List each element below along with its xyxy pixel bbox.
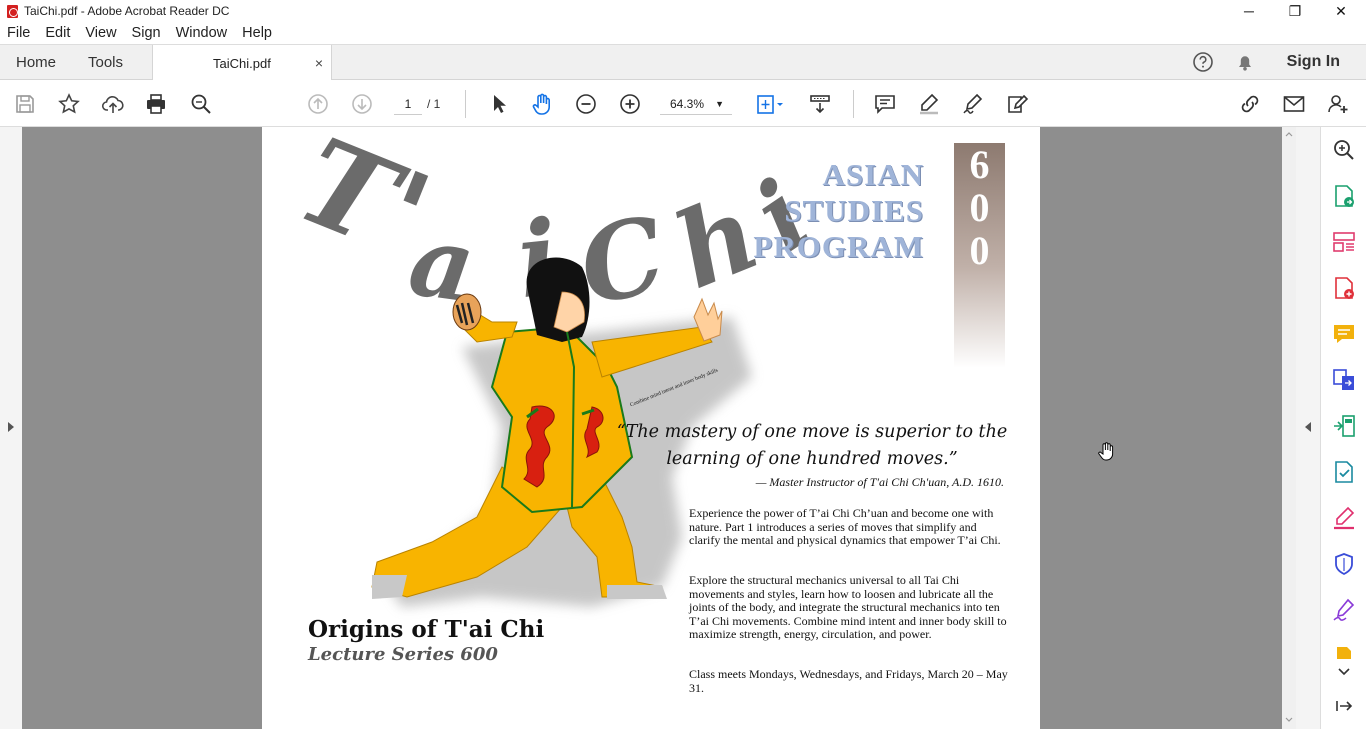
- select-arrow-icon[interactable]: [486, 91, 512, 117]
- body-paragraph-2: Explore the structural mechanics univers…: [689, 573, 1007, 642]
- help-icon[interactable]: [1192, 51, 1214, 73]
- quote-attribution: — Master Instructor of T'ai Chi Ch'uan, …: [755, 475, 1004, 489]
- export-pdf-icon[interactable]: [1331, 183, 1357, 209]
- page-total: / 1: [427, 97, 441, 111]
- tab-tools[interactable]: Tools: [88, 45, 123, 80]
- program-line-3: PROGRAM: [753, 229, 924, 264]
- menu-help[interactable]: Help: [242, 25, 272, 41]
- right-tools-pane: [1320, 127, 1366, 729]
- pdf-page[interactable]: T' a i C h i ASIAN STUDIES PROGRAM 6 0 0…: [262, 127, 1040, 729]
- course-digit: 6: [969, 142, 990, 187]
- fit-page-icon[interactable]: [752, 91, 788, 117]
- save-icon[interactable]: [12, 91, 38, 117]
- tab-document-label: TaiChi.pdf: [213, 55, 271, 71]
- body-paragraph-1: Experience the power of T’ai Chi Ch’uan …: [689, 506, 1001, 548]
- course-digit: 0: [969, 228, 990, 273]
- quote-line-2: learning of one hundred moves.”: [666, 449, 958, 469]
- tab-bar: Home Tools TaiChi.pdf × Sign In: [0, 44, 1366, 81]
- search-icon[interactable]: [188, 91, 214, 117]
- maximize-button[interactable]: ❐: [1272, 0, 1318, 22]
- link-icon[interactable]: [1237, 91, 1263, 117]
- chevron-down-icon[interactable]: [1331, 659, 1357, 676]
- page-number-input[interactable]: 1: [394, 93, 422, 115]
- sign-in-button[interactable]: Sign In: [1287, 53, 1340, 71]
- vertical-scrollbar[interactable]: [1282, 127, 1296, 729]
- create-pdf-icon[interactable]: [1331, 275, 1357, 301]
- combine-files-icon[interactable]: [1331, 367, 1357, 393]
- zoom-out-icon[interactable]: [573, 91, 599, 117]
- print-icon[interactable]: [143, 91, 169, 117]
- toolbar-separator: [853, 90, 854, 118]
- send-for-review-icon[interactable]: [1331, 459, 1357, 485]
- menu-window[interactable]: Window: [176, 25, 228, 41]
- hand-cursor-icon: [1098, 442, 1114, 461]
- notifications-bell-icon[interactable]: [1234, 51, 1256, 73]
- zoom-panel-icon[interactable]: [1331, 137, 1357, 163]
- comment-icon[interactable]: [1331, 321, 1357, 347]
- more-tools-icon[interactable]: [1331, 643, 1357, 659]
- menu-bar: File Edit View Sign Window Help: [0, 22, 1366, 44]
- quote: “The mastery of one move is superior to …: [602, 419, 1022, 473]
- menu-sign[interactable]: Sign: [132, 25, 161, 41]
- tab-home[interactable]: Home: [16, 45, 56, 80]
- sign-icon[interactable]: [960, 91, 986, 117]
- hand-icon[interactable]: [529, 91, 555, 117]
- window-title: TaiChi.pdf - Adobe Acrobat Reader DC: [24, 4, 230, 18]
- program-line-1: ASIAN: [822, 157, 924, 192]
- right-panel-rail[interactable]: [1296, 127, 1320, 729]
- scroll-mode-icon[interactable]: [807, 91, 833, 117]
- expand-left-panel-icon[interactable]: [7, 421, 15, 433]
- course-number-banner: 6 0 0: [954, 143, 1005, 368]
- add-user-icon[interactable]: [1325, 91, 1351, 117]
- comment-icon[interactable]: [872, 91, 898, 117]
- document-subheading: Lecture Series 600: [308, 644, 498, 665]
- zoom-level-dropdown[interactable]: 64.3% ▼: [660, 93, 732, 115]
- zoom-in-icon[interactable]: [617, 91, 643, 117]
- fill-sign-icon[interactable]: [1331, 505, 1357, 531]
- page-up-icon[interactable]: [305, 91, 331, 117]
- body-paragraph-3: Class meets Mondays, Wednesdays, and Fri…: [689, 667, 1008, 695]
- quote-line-1: “The mastery of one move is superior to …: [616, 422, 1008, 442]
- minimize-button[interactable]: ─: [1226, 0, 1272, 22]
- compress-icon[interactable]: [1331, 413, 1357, 439]
- close-tab-icon[interactable]: ×: [315, 55, 323, 71]
- chevron-down-icon: ▼: [715, 99, 724, 109]
- program-line-2: STUDIES: [784, 193, 924, 228]
- scroll-up-arrow-icon[interactable]: [1285, 131, 1293, 137]
- edit-icon[interactable]: [1005, 91, 1031, 117]
- tab-document[interactable]: TaiChi.pdf ×: [152, 45, 332, 81]
- course-digit: 0: [969, 185, 990, 230]
- left-panel-rail[interactable]: [0, 127, 22, 729]
- toolbar: 1 / 1 64.3% ▼: [0, 80, 1366, 127]
- menu-edit[interactable]: Edit: [45, 25, 70, 41]
- collapse-pane-icon[interactable]: [1331, 693, 1357, 719]
- menu-view[interactable]: View: [85, 25, 116, 41]
- close-window-button[interactable]: ✕: [1318, 0, 1364, 22]
- document-heading: Origins of T'ai Chi: [308, 616, 545, 643]
- protect-icon[interactable]: [1331, 551, 1357, 577]
- zoom-value: 64.3%: [670, 97, 705, 111]
- organize-pages-icon[interactable]: [1331, 229, 1357, 255]
- pdf-app-icon: [7, 4, 18, 18]
- program-title: ASIAN STUDIES PROGRAM: [732, 157, 924, 265]
- request-signature-icon[interactable]: [1331, 597, 1357, 623]
- scroll-down-arrow-icon[interactable]: [1285, 717, 1293, 723]
- title-bar: TaiChi.pdf - Adobe Acrobat Reader DC: [0, 0, 1366, 22]
- star-icon[interactable]: [56, 91, 82, 117]
- menu-file[interactable]: File: [7, 25, 30, 41]
- page-down-icon[interactable]: [349, 91, 375, 117]
- collapse-right-panel-icon[interactable]: [1304, 421, 1312, 433]
- email-icon[interactable]: [1281, 91, 1307, 117]
- toolbar-separator: [465, 90, 466, 118]
- upload-icon[interactable]: [100, 91, 126, 117]
- highlight-pen-icon[interactable]: [916, 91, 942, 117]
